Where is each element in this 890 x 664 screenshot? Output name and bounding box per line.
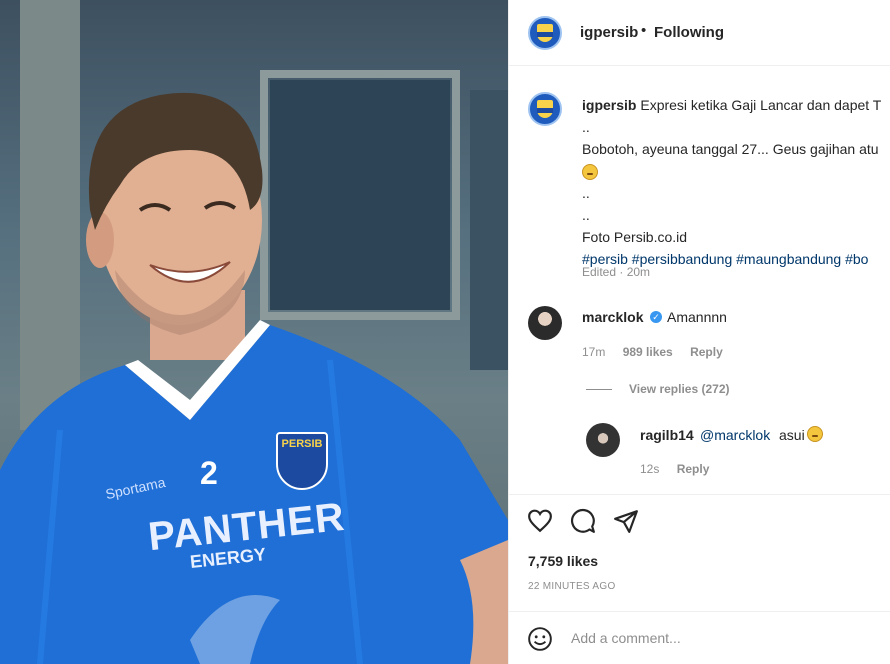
account-avatar[interactable] — [528, 16, 562, 50]
replier-avatar[interactable] — [586, 423, 620, 457]
reply-time: 12s — [640, 462, 660, 476]
crest-badge: PERSIB — [276, 432, 328, 490]
reply-mention[interactable]: @marcklok — [700, 427, 770, 443]
jersey-number: 2 — [200, 455, 218, 491]
comment-time: 17m — [582, 345, 606, 359]
reply-username[interactable]: ragilb14 — [640, 427, 694, 443]
caption-username[interactable]: igpersib — [582, 97, 636, 113]
caption-line: Bobotoh, ayeuna tanggal 27... Geus gajih… — [582, 141, 879, 157]
comment-input-divider — [509, 611, 890, 612]
comment-input[interactable]: Add a comment... — [571, 630, 681, 646]
view-replies-button[interactable]: View replies (272) — [629, 382, 730, 396]
caption-line: .. — [582, 119, 590, 135]
comment-text: Amannnn — [667, 309, 727, 325]
crest-text: PERSIB — [281, 438, 323, 450]
actions-divider — [509, 494, 890, 495]
caption-line: Foto Persib.co.id — [582, 229, 688, 245]
emoji-picker-icon[interactable] — [527, 626, 553, 652]
reply-text: asui — [779, 427, 805, 443]
share-icon[interactable] — [613, 508, 639, 534]
caption-line: .. — [582, 207, 590, 223]
post-photo[interactable]: 2 Sportama PANTHER ENERGY PERSIB — [0, 0, 508, 664]
laughing-emoji-icon — [807, 426, 823, 442]
comment-likes[interactable]: 989 likes — [623, 345, 673, 359]
caption-line: Expresi ketika Gaji Lancar dan dapet T — [640, 97, 882, 113]
post-panel: igpersib • Following igpersib Expresi ke… — [508, 0, 890, 664]
verified-badge-icon: ✓ — [650, 311, 662, 323]
view-replies-line — [586, 389, 612, 390]
post-username[interactable]: igpersib — [580, 24, 638, 41]
commenter-avatar[interactable] — [528, 306, 562, 340]
grin-emoji-icon — [582, 164, 598, 181]
comment-meta: 17m 989 likes Reply — [582, 345, 737, 359]
reply-meta: 12s Reply — [640, 462, 723, 476]
likes-count[interactable]: 7,759 likes — [528, 553, 598, 569]
comment-username[interactable]: marcklok — [582, 309, 643, 325]
separator-dot: • — [641, 22, 647, 39]
comment-icon[interactable] — [570, 508, 596, 534]
following-button[interactable]: Following — [654, 24, 724, 41]
caption-avatar[interactable] — [528, 92, 562, 126]
reply-button[interactable]: Reply — [690, 345, 723, 359]
reply-button[interactable]: Reply — [677, 462, 710, 476]
caption-line: .. — [582, 185, 590, 201]
post-timestamp: 22 MINUTES AGO — [528, 581, 616, 592]
post-header: igpersib • Following — [509, 0, 890, 66]
heart-icon[interactable] — [527, 508, 553, 534]
caption-text: igpersib Expresi ketika Gaji Lancar dan … — [582, 94, 890, 270]
caption-edited-meta: Edited · 20m — [582, 265, 651, 279]
